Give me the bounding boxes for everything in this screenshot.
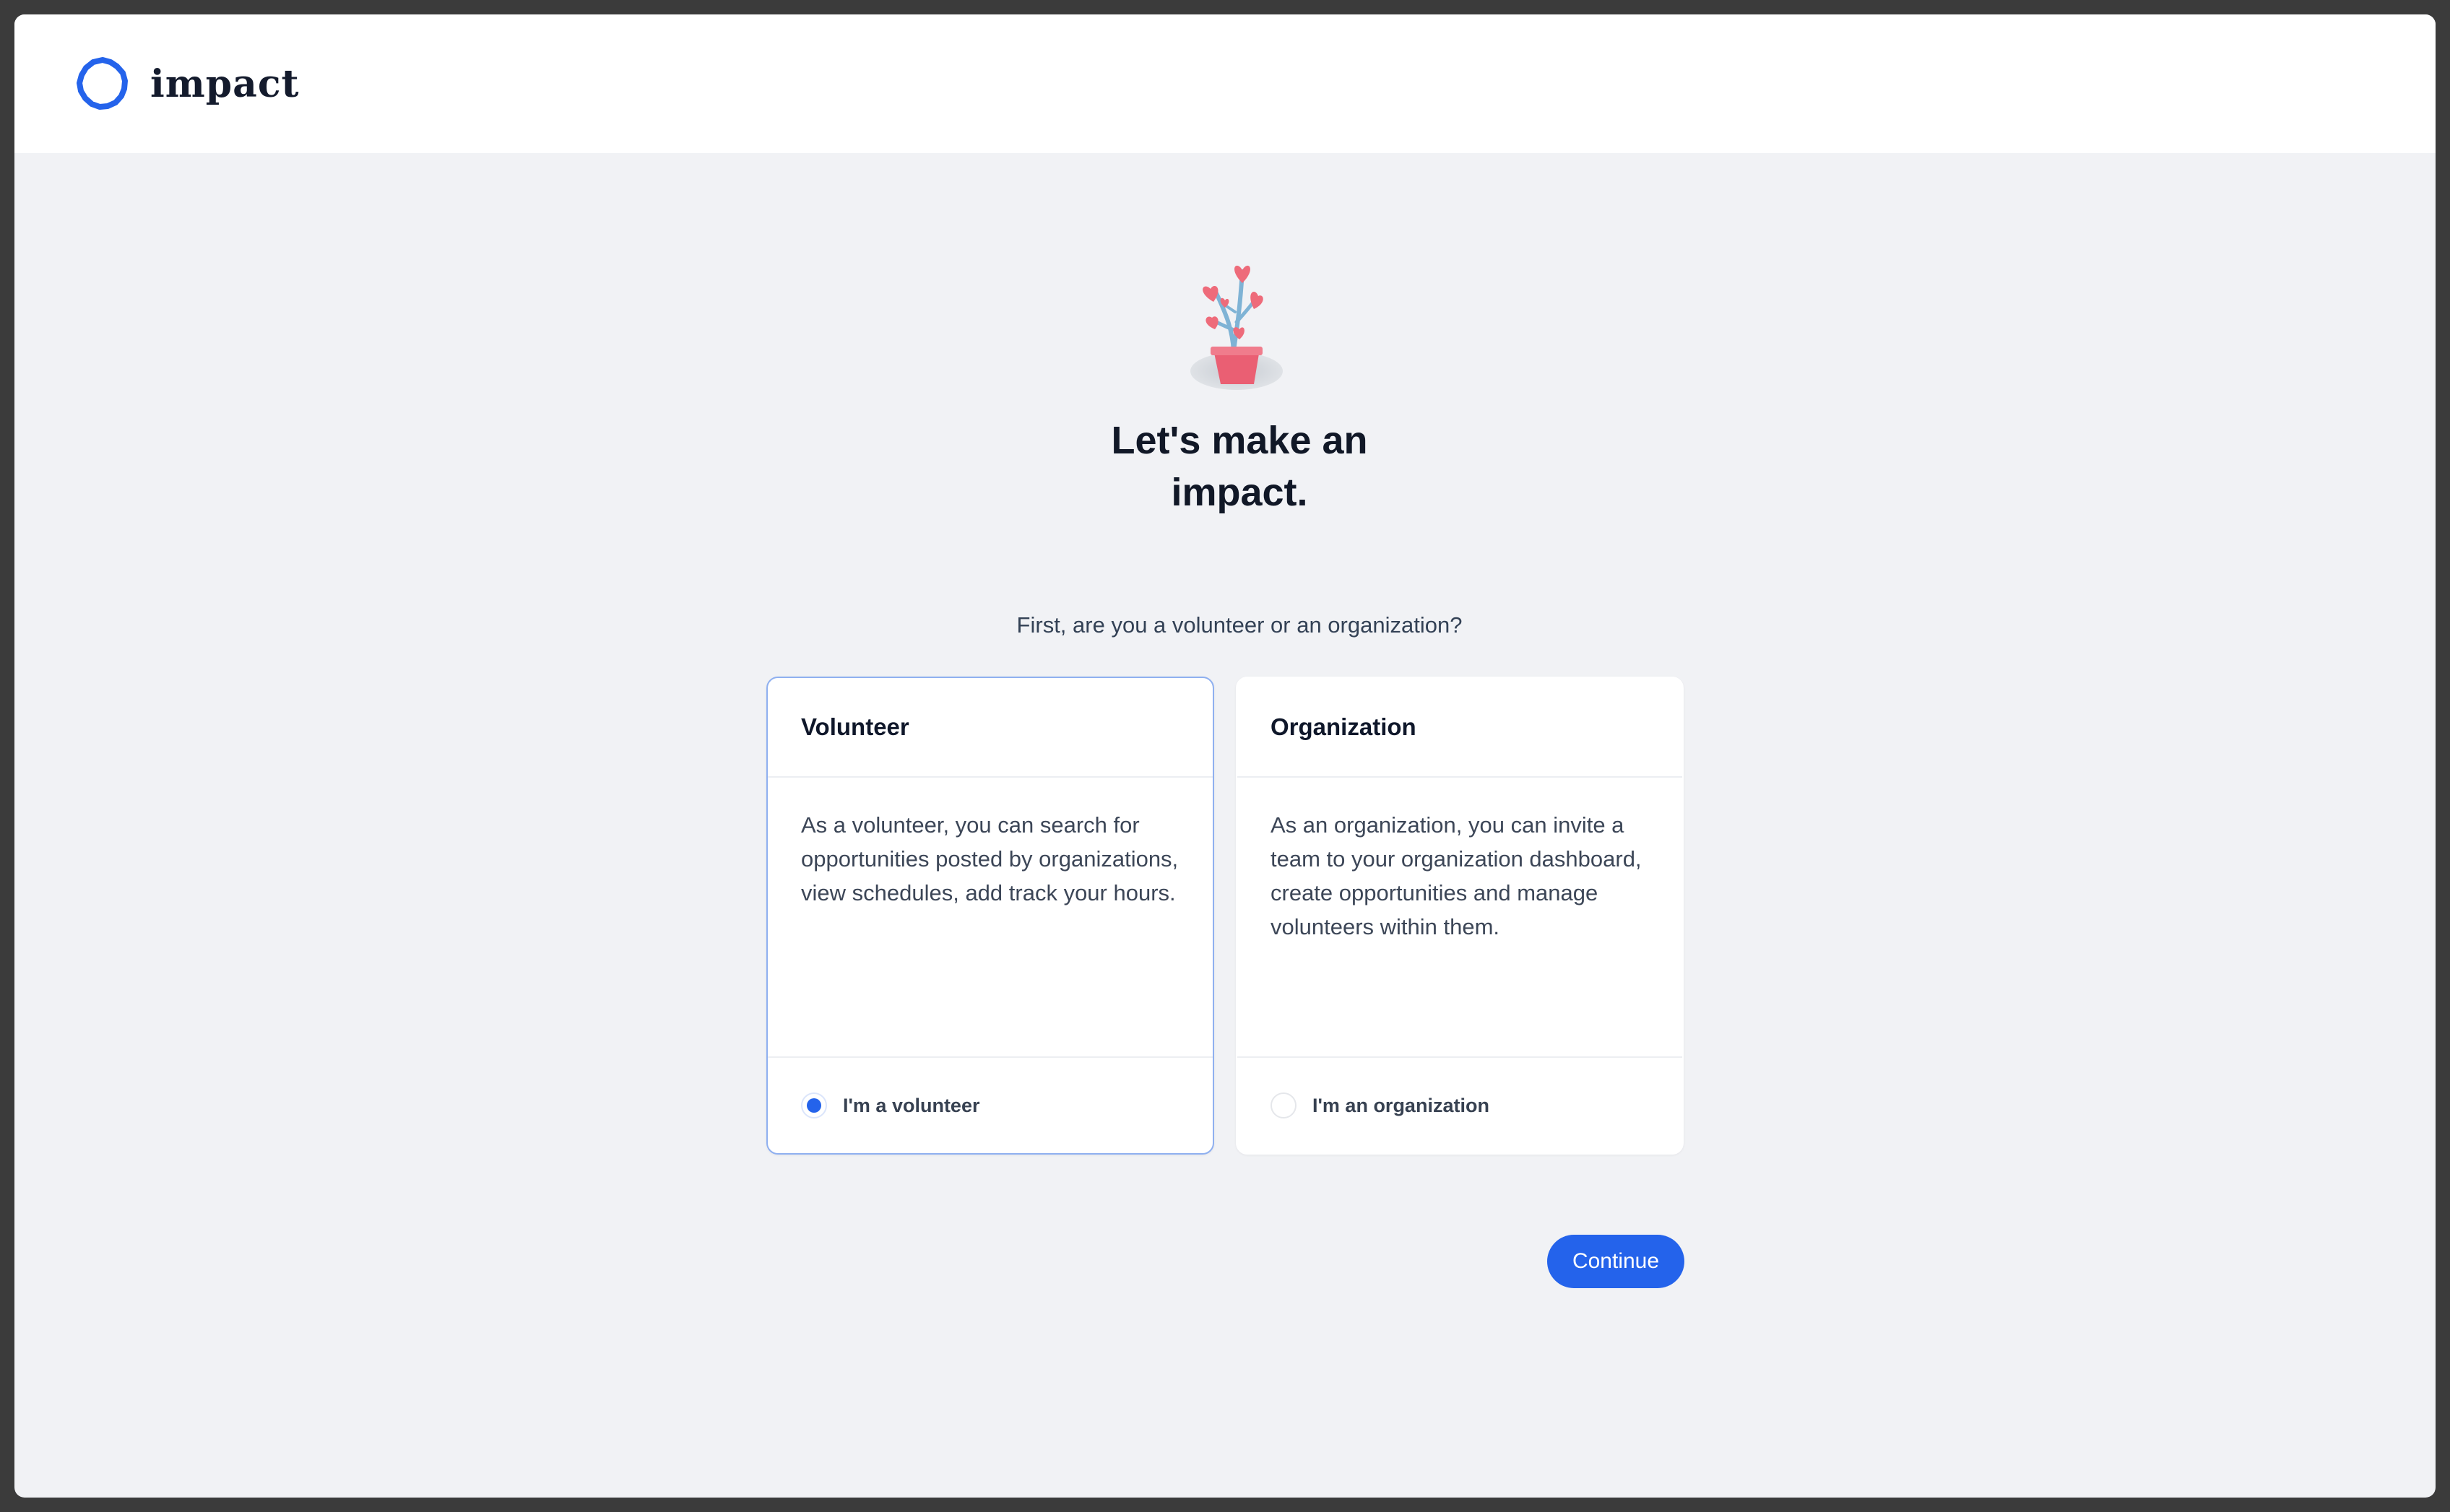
volunteer-option-card[interactable]: Volunteer As a volunteer, you can search… [766,677,1214,1155]
top-bar: impact [14,14,2436,153]
card-description: As a volunteer, you can search for oppor… [801,812,1179,905]
brand-name: impact [150,61,300,106]
continue-button[interactable]: Continue [1547,1235,1684,1288]
role-question: First, are you a volunteer or an organiz… [1016,612,1463,638]
organization-option-card[interactable]: Organization As an organization, you can… [1236,677,1684,1155]
ring-logo-icon [77,57,128,110]
volunteer-radio-option[interactable]: I'm a volunteer [768,1056,1213,1153]
card-description: As an organization, you can invite a tea… [1271,812,1642,939]
headline-line-2: impact. [1171,471,1308,514]
organization-radio-option[interactable]: I'm an organization [1237,1056,1682,1153]
organization-radio-button[interactable] [1271,1092,1297,1118]
radio-label[interactable]: I'm an organization [1312,1095,1489,1117]
page-headline: Let's make an impact. [1008,414,1471,518]
headline-line-1: Let's make an [1111,419,1368,462]
card-header: Organization [1237,678,1682,778]
brand-logo[interactable]: impact [72,53,300,114]
radio-label[interactable]: I'm a volunteer [843,1095,979,1117]
card-header: Volunteer [768,678,1213,778]
heart-plant-icon [1190,265,1283,390]
card-title: Organization [1271,713,1416,740]
card-title: Volunteer [801,713,909,740]
app-window: impact Let's make an impact. First, are … [14,14,2436,1498]
volunteer-radio-button[interactable] [801,1092,827,1118]
